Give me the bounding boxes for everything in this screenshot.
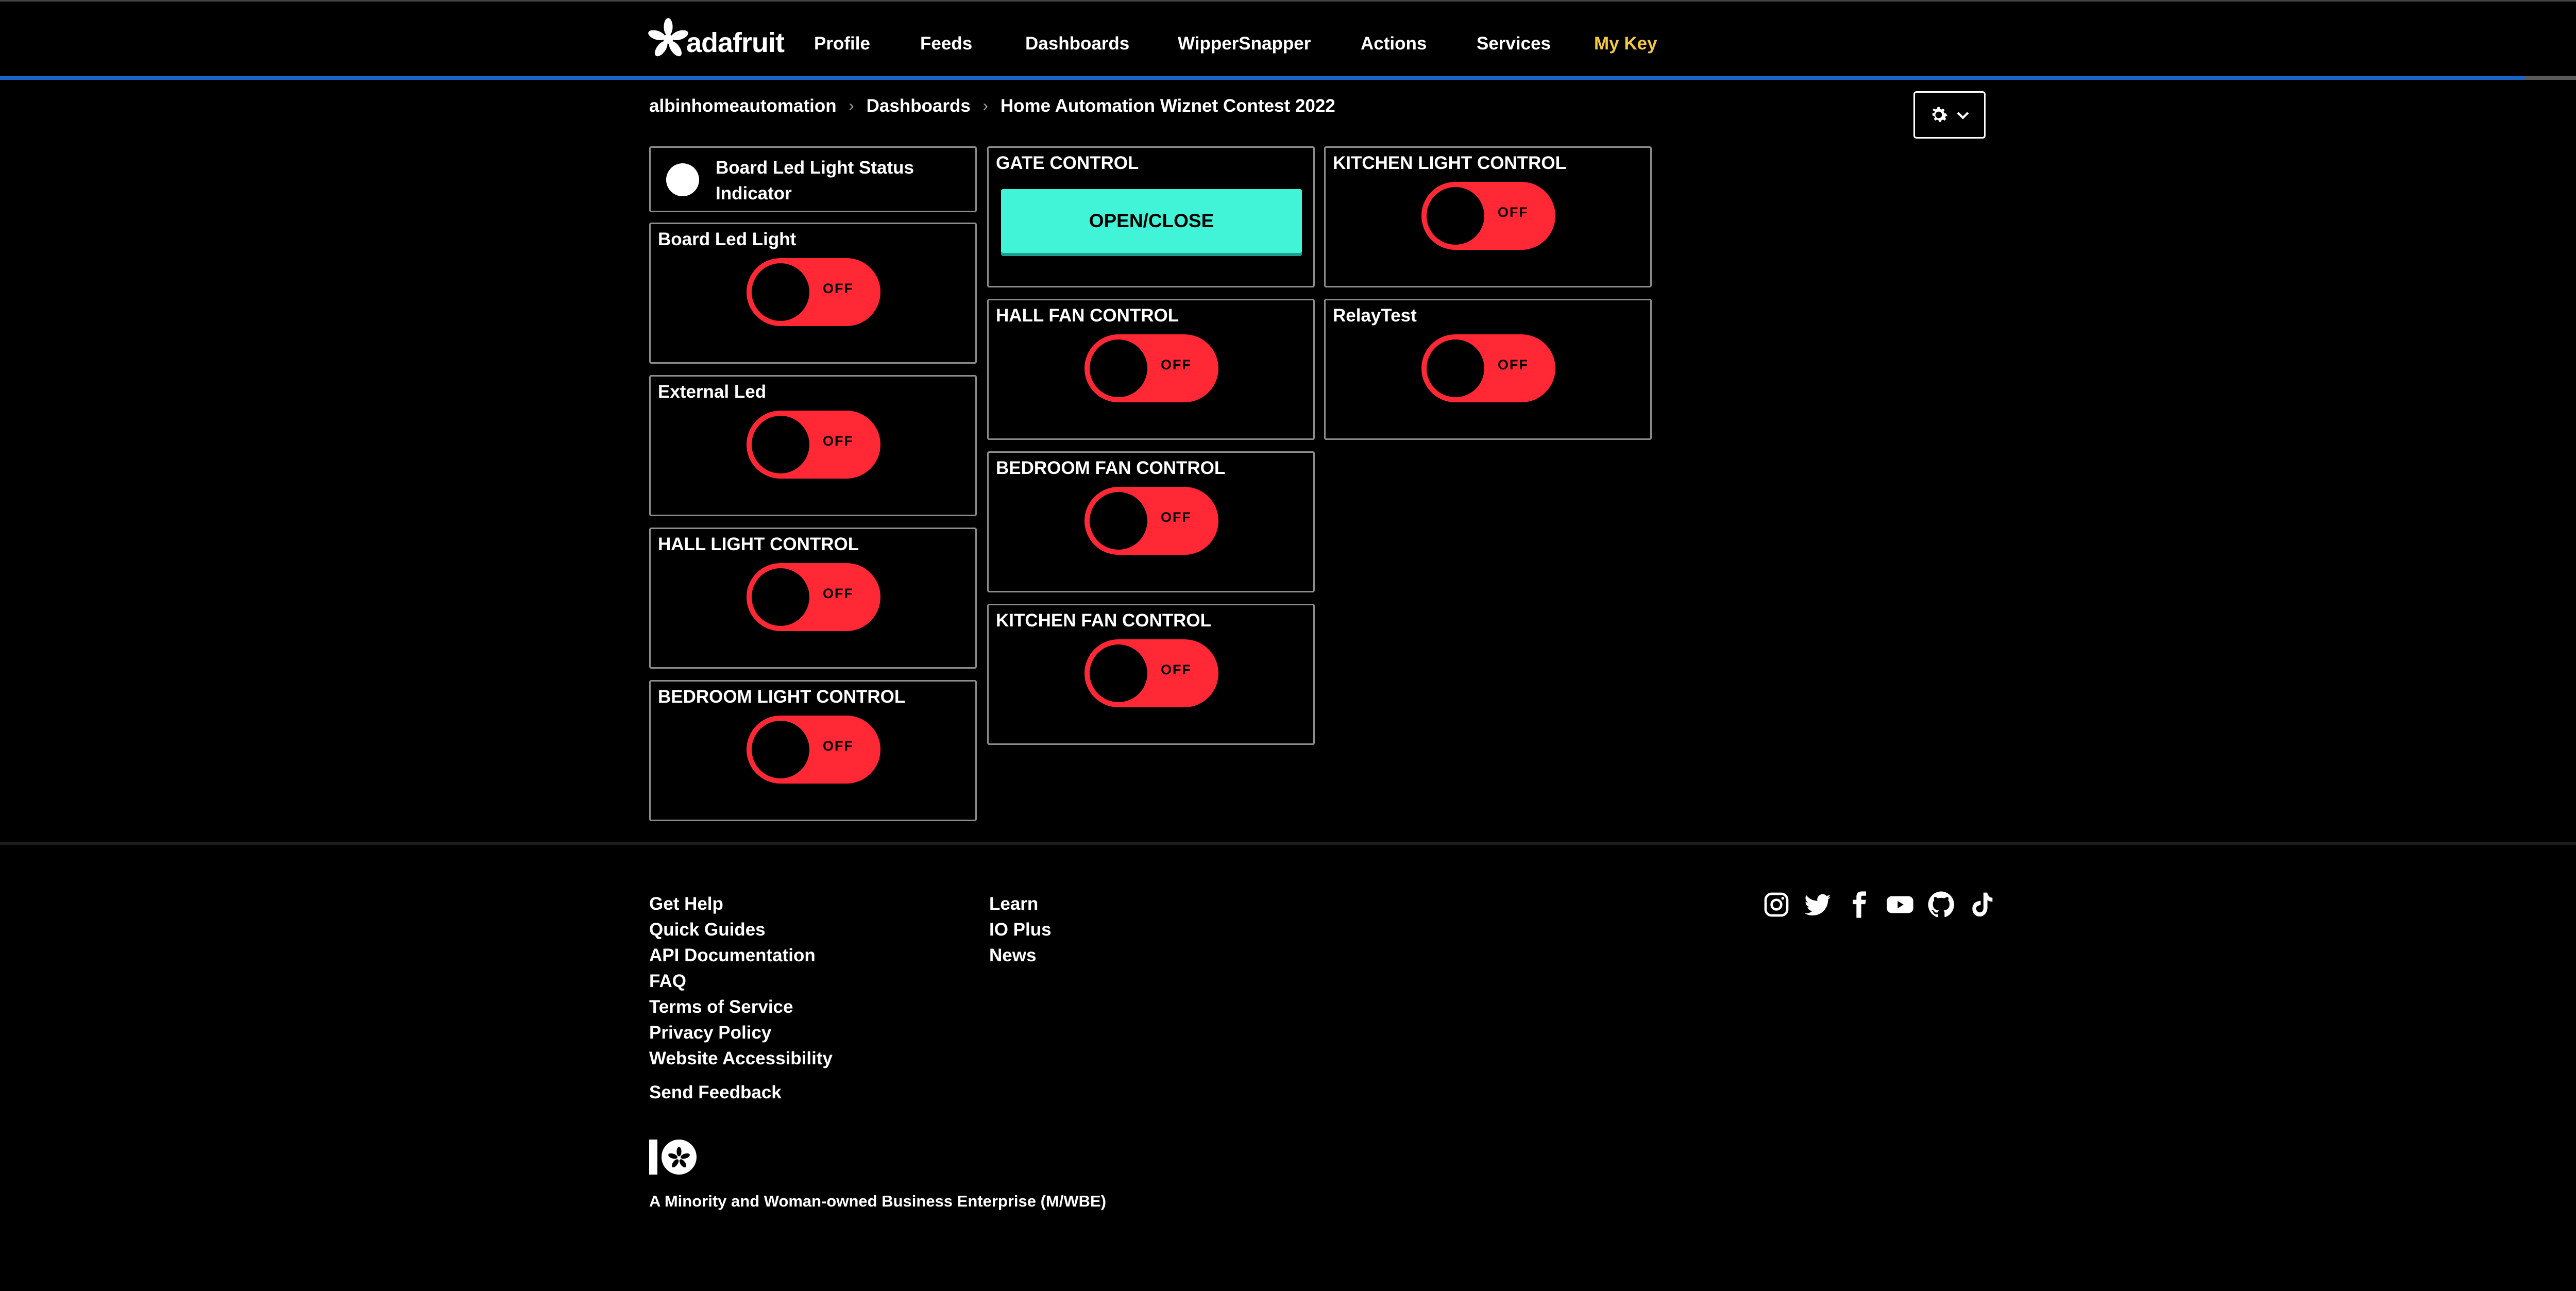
toggle-knob <box>1090 644 1147 702</box>
nav-accent-line <box>0 76 2576 80</box>
toggle-knob <box>752 263 809 321</box>
io-star-icon <box>649 1140 697 1175</box>
footer-link-terms[interactable]: Terms of Service <box>649 994 833 1020</box>
footer: Get Help Quick Guides API Documentation … <box>0 842 2576 1291</box>
footer-col-learn: Learn IO Plus News <box>989 891 1052 969</box>
gear-icon <box>1932 107 1948 122</box>
block-title: RelayTest <box>1333 305 1417 326</box>
breadcrumb-current: Home Automation Wiznet Contest 2022 <box>1000 96 1335 116</box>
toggle-state-label: OFF <box>823 738 854 754</box>
toggle-switch[interactable]: OFF <box>1084 334 1218 402</box>
block-title: HALL FAN CONTROL <box>996 305 1179 326</box>
toggle-switch[interactable]: OFF <box>1421 182 1555 250</box>
toggle-block-kitchen-light: KITCHEN LIGHT CONTROL OFF <box>1324 146 1652 287</box>
adafruit-star-icon <box>648 18 688 57</box>
toggle-knob <box>752 568 809 626</box>
nav-wippersnapper[interactable]: WipperSnapper <box>1178 33 1311 54</box>
chevron-right-icon: › <box>849 97 854 114</box>
footer-link-news[interactable]: News <box>989 943 1052 969</box>
footer-link-learn[interactable]: Learn <box>989 891 1052 917</box>
block-title: GATE CONTROL <box>996 153 1139 173</box>
footer-link-io-plus[interactable]: IO Plus <box>989 917 1052 943</box>
toggle-block-bedroom-light: BEDROOM LIGHT CONTROL OFF <box>649 680 977 821</box>
toggle-switch[interactable]: OFF <box>747 563 880 631</box>
brand-name: adafruit <box>686 27 785 58</box>
block-title: External Led <box>658 382 767 402</box>
facebook-icon[interactable] <box>1844 890 1873 919</box>
toggle-block-hall-light: HALL LIGHT CONTROL OFF <box>649 528 977 669</box>
toggle-switch[interactable]: OFF <box>1084 487 1218 555</box>
toggle-block-relay-test: RelayTest OFF <box>1324 299 1652 440</box>
toggle-state-label: OFF <box>1161 357 1192 372</box>
toggle-knob <box>1090 492 1147 550</box>
send-feedback-link[interactable]: Send Feedback <box>649 1080 833 1106</box>
toggle-block-kitchen-fan: KITCHEN FAN CONTROL OFF <box>987 604 1315 745</box>
toggle-block-external-led: External Led OFF <box>649 375 977 516</box>
open-close-button[interactable]: OPEN/CLOSE <box>1001 189 1302 253</box>
adafruit-io-logo <box>649 1136 701 1180</box>
footer-link-privacy[interactable]: Privacy Policy <box>649 1020 833 1046</box>
toggle-block-board-led: Board Led Light OFF <box>649 223 977 364</box>
adafruit-logo[interactable]: adafruit <box>648 15 785 61</box>
nav-accent-tail <box>2524 76 2576 80</box>
nav-services[interactable]: Services <box>1477 33 1551 54</box>
instagram-icon[interactable] <box>1762 890 1791 919</box>
breadcrumb-user[interactable]: albinhomeautomation <box>649 96 837 116</box>
toggle-state-label: OFF <box>823 433 854 449</box>
toggle-state-label: OFF <box>1498 357 1529 372</box>
toggle-knob <box>1427 187 1484 245</box>
top-nav: adafruit Profile Feeds Dashboards Wipper… <box>0 0 2576 79</box>
footer-link-accessibility[interactable]: Website Accessibility <box>649 1046 833 1072</box>
footer-link-get-help[interactable]: Get Help <box>649 891 833 917</box>
social-links <box>1762 890 1997 919</box>
toggle-switch[interactable]: OFF <box>747 258 880 326</box>
dashboard-settings-button[interactable] <box>1913 91 1986 139</box>
nav-dashboards[interactable]: Dashboards <box>1025 33 1129 54</box>
nav-my-key[interactable]: My Key <box>1594 33 1657 54</box>
block-title: BEDROOM LIGHT CONTROL <box>658 687 906 707</box>
toggle-switch[interactable]: OFF <box>747 411 880 479</box>
block-title: Board Led Light <box>658 229 796 249</box>
toggle-state-label: OFF <box>1161 662 1192 677</box>
toggle-knob <box>752 721 809 778</box>
breadcrumb: albinhomeautomation › Dashboards › Home … <box>649 96 1335 116</box>
toggle-knob <box>1090 339 1147 397</box>
toggle-switch[interactable]: OFF <box>747 716 880 784</box>
status-indicator-light <box>666 163 699 196</box>
toggle-state-label: OFF <box>1161 509 1192 525</box>
block-title: KITCHEN LIGHT CONTROL <box>1333 153 1567 173</box>
toggle-state-label: OFF <box>823 586 854 601</box>
footer-link-api-docs[interactable]: API Documentation <box>649 943 833 969</box>
footer-col-help: Get Help Quick Guides API Documentation … <box>649 891 833 1106</box>
toggle-switch[interactable]: OFF <box>1084 639 1218 707</box>
indicator-label: Board Led Light Status Indicator <box>716 158 914 203</box>
nav-feeds[interactable]: Feeds <box>920 33 972 54</box>
toggle-block-hall-fan: HALL FAN CONTROL OFF <box>987 299 1315 440</box>
chevron-down-icon <box>1957 112 1969 120</box>
toggle-state-label: OFF <box>823 281 854 296</box>
block-title: KITCHEN FAN CONTROL <box>996 610 1212 631</box>
toggle-state-label: OFF <box>1498 205 1529 220</box>
block-title: HALL LIGHT CONTROL <box>658 534 859 554</box>
toggle-block-bedroom-fan: BEDROOM FAN CONTROL OFF <box>987 451 1315 592</box>
chevron-right-icon: › <box>982 97 988 114</box>
toggle-knob <box>752 416 809 473</box>
indicator-block: Board Led Light Status Indicator <box>649 146 977 212</box>
momentary-block-gate: GATE CONTROL OPEN/CLOSE <box>987 146 1315 287</box>
nav-actions[interactable]: Actions <box>1361 33 1427 54</box>
toggle-knob <box>1427 339 1484 397</box>
youtube-icon[interactable] <box>1886 890 1914 919</box>
twitter-icon[interactable] <box>1803 890 1832 919</box>
footer-link-faq[interactable]: FAQ <box>649 969 833 994</box>
mwbe-statement: A Minority and Woman-owned Business Ente… <box>649 1192 1107 1210</box>
block-title: BEDROOM FAN CONTROL <box>996 458 1226 478</box>
github-icon[interactable] <box>1927 890 1956 919</box>
tiktok-icon[interactable] <box>1968 890 1997 919</box>
toggle-switch[interactable]: OFF <box>1421 334 1555 402</box>
nav-profile[interactable]: Profile <box>814 33 870 54</box>
footer-link-quick-guides[interactable]: Quick Guides <box>649 917 833 943</box>
breadcrumb-dashboards[interactable]: Dashboards <box>867 96 971 116</box>
